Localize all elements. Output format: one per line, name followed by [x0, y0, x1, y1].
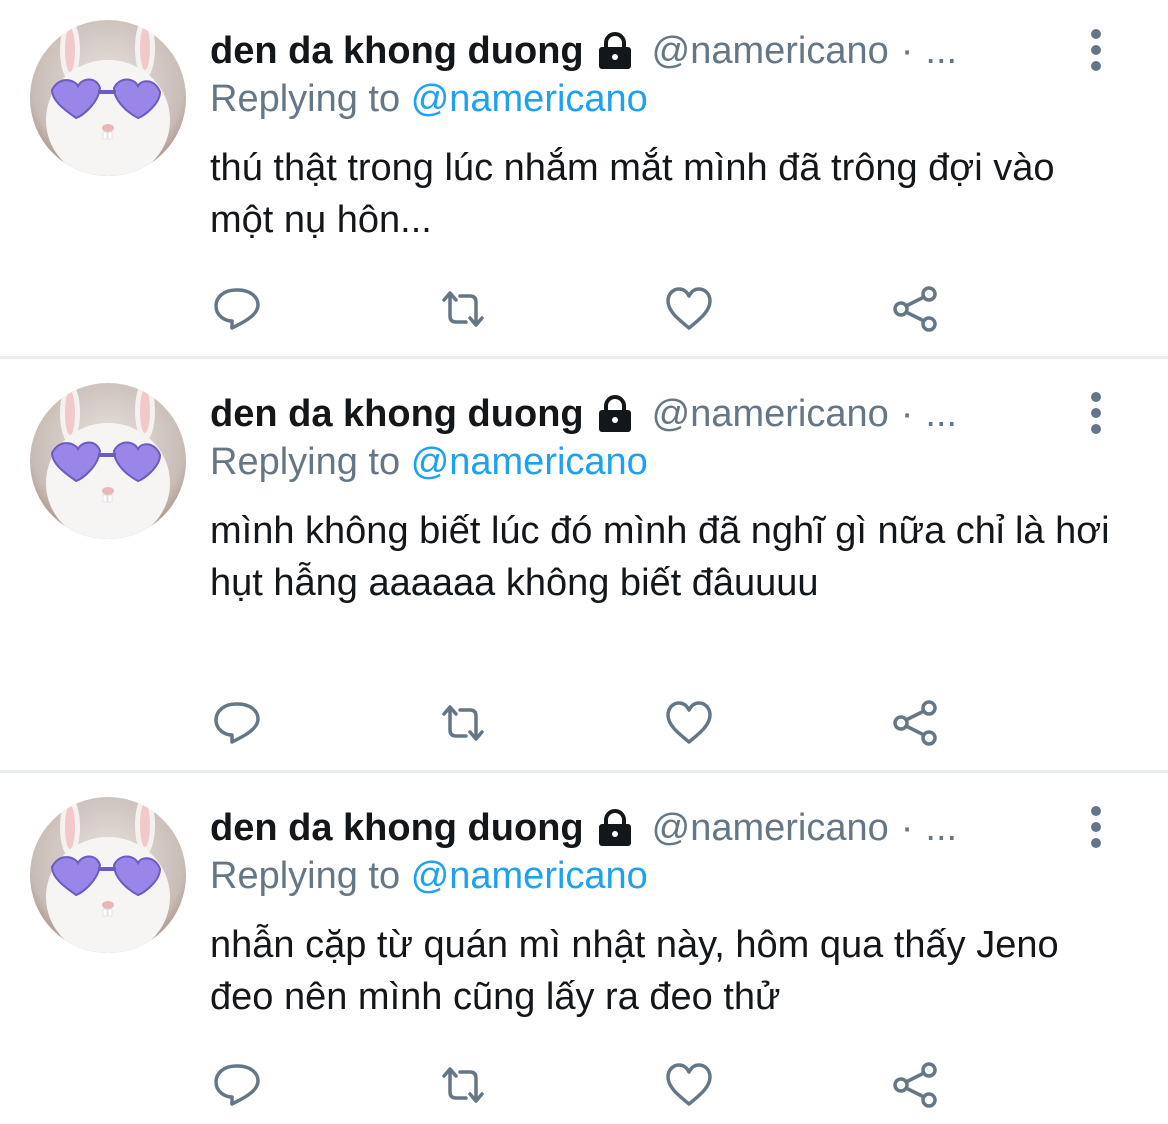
replying-to-label: Replying to [210, 855, 401, 897]
display-name[interactable]: den da khong duong [210, 30, 584, 73]
reply-icon[interactable] [212, 698, 262, 748]
tweet-header: den da khong duong @namericano · ... [210, 389, 957, 439]
more-vertical-icon[interactable] [1088, 28, 1104, 72]
reply-mention-link[interactable]: @namericano [411, 855, 648, 897]
tweet[interactable]: den da khong duong @namericano · ... Rep… [0, 773, 1168, 1124]
reply-icon[interactable] [212, 284, 262, 334]
tweet-header: den da khong duong @namericano · ... [210, 803, 957, 853]
avatar[interactable] [30, 797, 186, 953]
lock-icon [594, 393, 636, 435]
replying-to-label: Replying to [210, 441, 401, 483]
share-icon[interactable] [890, 284, 940, 334]
reply-icon[interactable] [212, 1060, 262, 1110]
retweet-icon[interactable] [438, 698, 488, 748]
display-name[interactable]: den da khong duong [210, 807, 584, 850]
lock-icon [594, 30, 636, 72]
tweet-text: nhẫn cặp từ quán mì nhật này, hôm qua th… [210, 924, 1059, 1018]
tweet-text: thú thật trong lúc nhắm mắt mình đã trôn… [210, 147, 1055, 241]
display-name[interactable]: den da khong duong [210, 393, 584, 436]
handle[interactable]: @namericano [652, 30, 889, 73]
avatar[interactable] [30, 383, 186, 539]
replying-to: Replying to @namericano [210, 441, 648, 484]
lock-icon [594, 807, 636, 849]
timestamp-ellipsis: ... [925, 29, 958, 72]
replying-to-label: Replying to [210, 78, 401, 120]
separator: · [900, 392, 914, 435]
share-icon[interactable] [890, 1060, 940, 1110]
replying-to: Replying to @namericano [210, 78, 648, 121]
timestamp-ellipsis: ... [925, 392, 958, 435]
reply-mention-link[interactable]: @namericano [411, 78, 648, 120]
tweet-header: den da khong duong @namericano · ... [210, 26, 957, 76]
retweet-icon[interactable] [438, 284, 488, 334]
heart-icon[interactable] [664, 1060, 714, 1110]
more-vertical-icon[interactable] [1088, 391, 1104, 435]
tweet[interactable]: den da khong duong @namericano · ... Rep… [0, 359, 1168, 770]
heart-icon[interactable] [664, 698, 714, 748]
tweet[interactable]: den da khong duong @namericano · ... Rep… [0, 0, 1168, 356]
separator: · [900, 29, 914, 72]
handle[interactable]: @namericano [652, 393, 889, 436]
timestamp-ellipsis: ... [925, 806, 958, 849]
tweet-text: mình không biết lúc đó mình đã nghĩ gì n… [210, 510, 1110, 604]
more-vertical-icon[interactable] [1088, 805, 1104, 849]
retweet-icon[interactable] [438, 1060, 488, 1110]
heart-icon[interactable] [664, 284, 714, 334]
share-icon[interactable] [890, 698, 940, 748]
avatar[interactable] [30, 20, 186, 176]
replying-to: Replying to @namericano [210, 855, 648, 898]
handle[interactable]: @namericano [652, 807, 889, 850]
separator: · [900, 806, 914, 849]
reply-mention-link[interactable]: @namericano [411, 441, 648, 483]
